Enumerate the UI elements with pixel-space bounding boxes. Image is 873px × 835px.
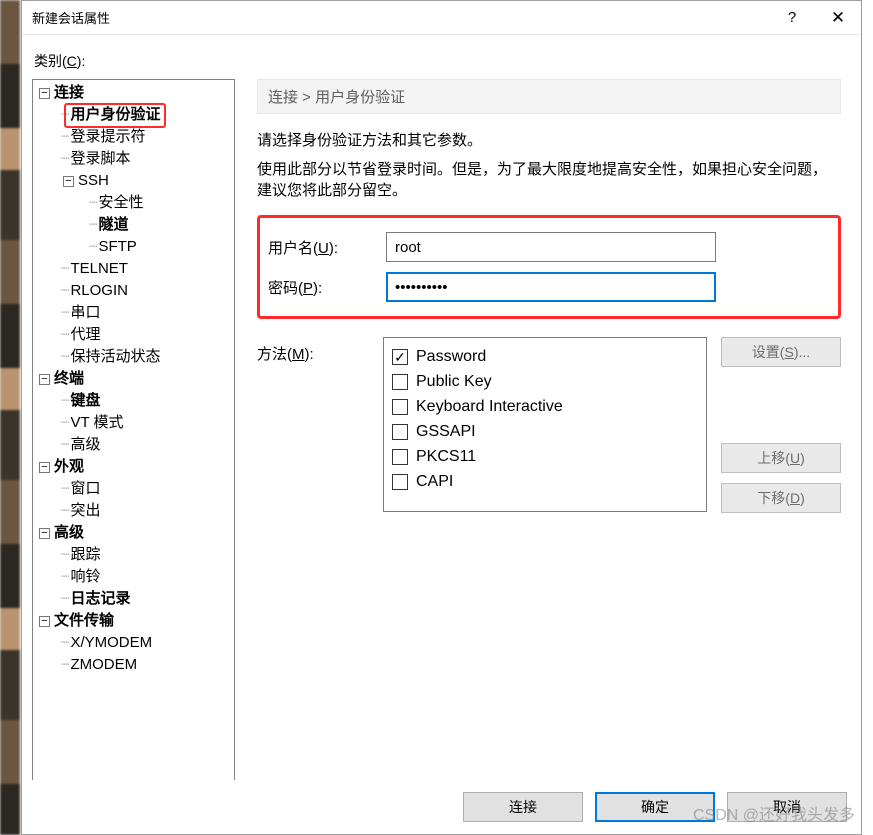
dialog-body: 类别(C): −连接 ┈用户身份验证 ┈登录提示符 ┈登录脚本 −SSH ┈安全…	[22, 35, 861, 793]
dialog-footer: 连接 确定 取消	[22, 780, 861, 834]
password-label: 密码(P):	[268, 277, 386, 298]
tree-node-trace[interactable]: ┈跟踪	[33, 544, 234, 566]
tree-node-proxy[interactable]: ┈代理	[33, 324, 234, 346]
method-gssapi[interactable]: GSSAPI	[392, 419, 698, 444]
description-line-1: 请选择身份验证方法和其它参数。	[257, 130, 841, 151]
session-properties-dialog: 新建会话属性 ? ✕ 类别(C): −连接 ┈用户身份验证 ┈登录提示符 ┈登录…	[21, 0, 862, 835]
method-side-buttons: 设置(S)... 上移(U) 下移(D)	[721, 337, 841, 523]
content-pane: 连接 > 用户身份验证 请选择身份验证方法和其它参数。 使用此部分以节省登录时间…	[235, 79, 841, 523]
tree-node-tunnel[interactable]: ┈隧道	[33, 214, 234, 236]
tree-node-bell[interactable]: ┈响铃	[33, 566, 234, 588]
tree-node-advanced[interactable]: −高级	[33, 522, 234, 544]
username-label: 用户名(U):	[268, 237, 386, 258]
tree-node-connection[interactable]: −连接	[33, 82, 234, 104]
method-password[interactable]: Password	[392, 344, 698, 369]
method-label: 方法(M):	[257, 337, 383, 364]
collapse-icon[interactable]: −	[39, 462, 50, 473]
tree-node-login-prompt[interactable]: ┈登录提示符	[33, 126, 234, 148]
username-input[interactable]	[386, 232, 716, 262]
tree-node-advanced1[interactable]: ┈高级	[33, 434, 234, 456]
method-pkcs11[interactable]: PKCS11	[392, 444, 698, 469]
checkbox-icon[interactable]	[392, 349, 408, 365]
tree-node-ssh[interactable]: −SSH	[33, 170, 234, 192]
checkbox-icon[interactable]	[392, 399, 408, 415]
collapse-icon[interactable]: −	[39, 374, 50, 385]
method-keyboard-interactive[interactable]: Keyboard Interactive	[392, 394, 698, 419]
tree-node-keepalive[interactable]: ┈保持活动状态	[33, 346, 234, 368]
tree-node-serial[interactable]: ┈串口	[33, 302, 234, 324]
tree-node-appearance[interactable]: −外观	[33, 456, 234, 478]
tree-node-filetransfer[interactable]: −文件传输	[33, 610, 234, 632]
connect-button[interactable]: 连接	[463, 792, 583, 822]
tree-node-highlight[interactable]: ┈突出	[33, 500, 234, 522]
method-capi[interactable]: CAPI	[392, 469, 698, 494]
password-input[interactable]	[386, 272, 716, 302]
checkbox-icon[interactable]	[392, 449, 408, 465]
method-listbox[interactable]: Password Public Key Keyboard Interactive…	[383, 337, 707, 512]
collapse-icon[interactable]: −	[39, 88, 50, 99]
tree-node-zmodem[interactable]: ┈ZMODEM	[33, 654, 234, 676]
tree-node-window[interactable]: ┈窗口	[33, 478, 234, 500]
background-strip	[0, 0, 20, 835]
collapse-icon[interactable]: −	[39, 616, 50, 627]
tree-node-sftp[interactable]: ┈SFTP	[33, 236, 234, 258]
checkbox-icon[interactable]	[392, 474, 408, 490]
close-button[interactable]: ✕	[815, 1, 861, 35]
tree-node-logging[interactable]: ┈日志记录	[33, 588, 234, 610]
tree-node-auth[interactable]: ┈用户身份验证	[33, 104, 234, 126]
tree-node-vtmode[interactable]: ┈VT 模式	[33, 412, 234, 434]
tree-node-keyboard[interactable]: ┈键盘	[33, 390, 234, 412]
titlebar: 新建会话属性 ? ✕	[22, 1, 861, 35]
description-line-2: 使用此部分以节省登录时间。但是，为了最大限度地提高安全性，如果担心安全问题，建议…	[257, 159, 841, 201]
tree-node-rlogin[interactable]: ┈RLOGIN	[33, 280, 234, 302]
cancel-button[interactable]: 取消	[727, 792, 847, 822]
ok-button[interactable]: 确定	[595, 792, 715, 822]
help-button[interactable]: ?	[769, 1, 815, 35]
tree-node-security[interactable]: ┈安全性	[33, 192, 234, 214]
category-tree[interactable]: −连接 ┈用户身份验证 ┈登录提示符 ┈登录脚本 −SSH ┈安全性 ┈隧道 ┈…	[32, 79, 235, 781]
window-title: 新建会话属性	[32, 8, 769, 27]
tree-node-terminal[interactable]: −终端	[33, 368, 234, 390]
collapse-icon[interactable]: −	[63, 176, 74, 187]
credentials-highlight: 用户名(U): 密码(P):	[257, 215, 841, 319]
checkbox-icon[interactable]	[392, 424, 408, 440]
setup-button[interactable]: 设置(S)...	[721, 337, 841, 367]
move-up-button[interactable]: 上移(U)	[721, 443, 841, 473]
tree-node-xymodem[interactable]: ┈X/YMODEM	[33, 632, 234, 654]
method-publickey[interactable]: Public Key	[392, 369, 698, 394]
breadcrumb: 连接 > 用户身份验证	[257, 79, 841, 114]
tree-node-login-script[interactable]: ┈登录脚本	[33, 148, 234, 170]
category-label: 类别(C):	[34, 51, 841, 71]
checkbox-icon[interactable]	[392, 374, 408, 390]
move-down-button[interactable]: 下移(D)	[721, 483, 841, 513]
tree-node-telnet[interactable]: ┈TELNET	[33, 258, 234, 280]
collapse-icon[interactable]: −	[39, 528, 50, 539]
